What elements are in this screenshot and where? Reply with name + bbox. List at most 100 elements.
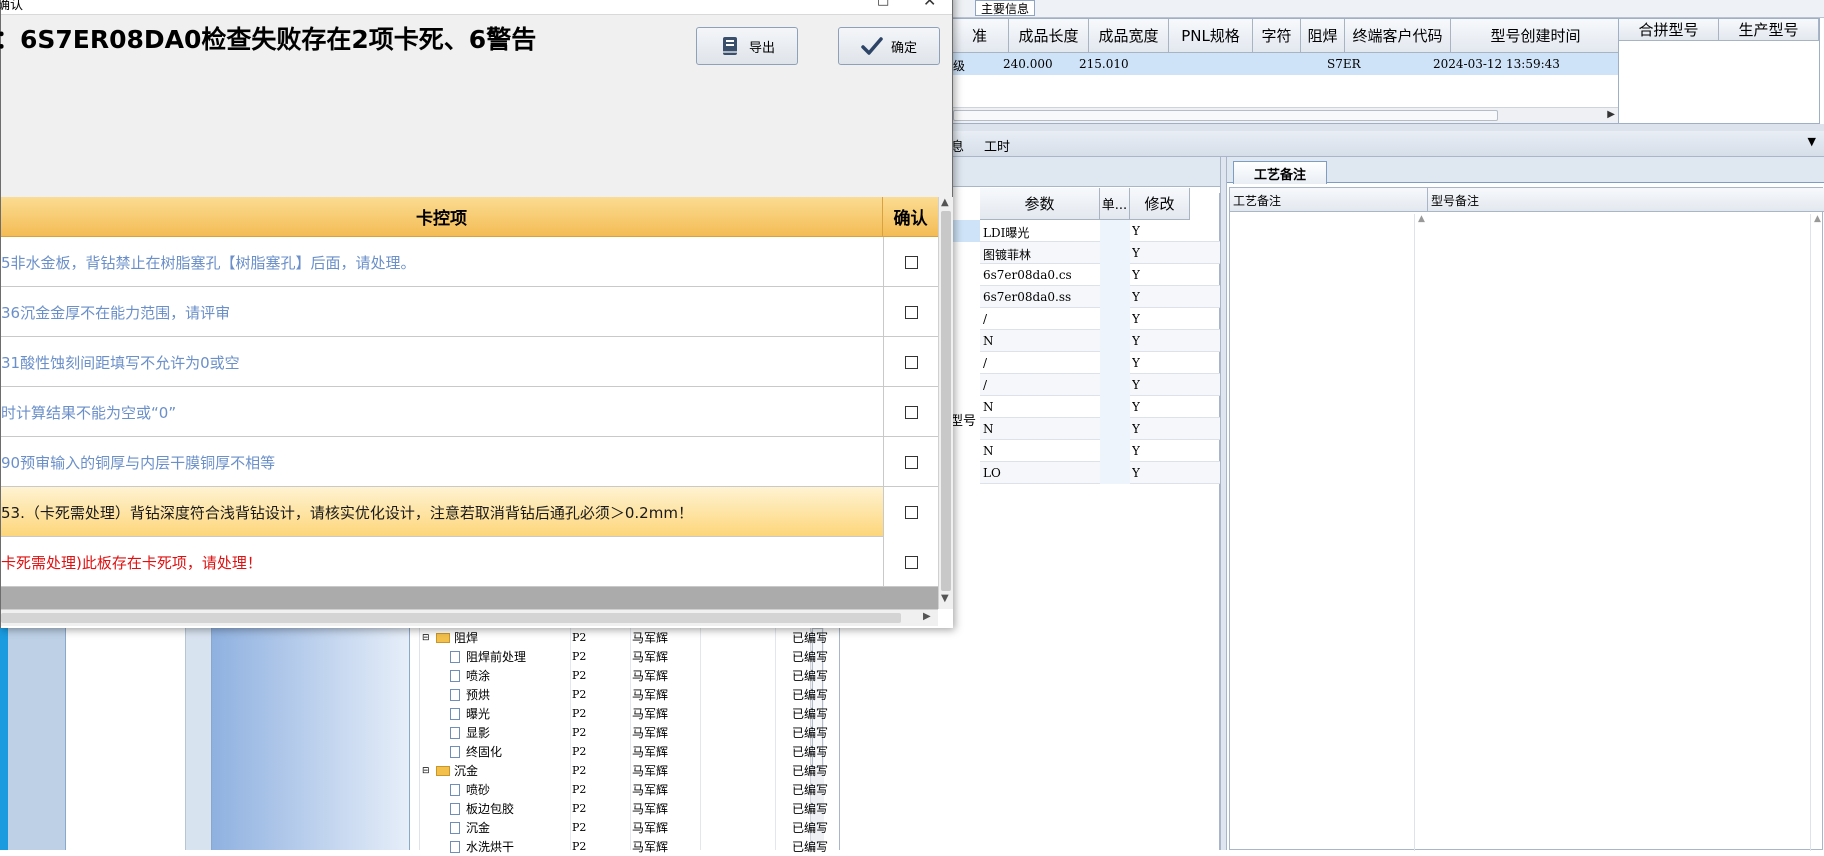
col-header[interactable]: 合拼型号: [1619, 19, 1719, 41]
col-header[interactable]: 单...: [1100, 188, 1130, 220]
confirm-checkbox[interactable]: [904, 255, 918, 269]
code: P2: [572, 707, 587, 720]
left-white-panel: [66, 628, 186, 850]
col-header[interactable]: 生产型号: [1719, 19, 1819, 41]
tab-process-remarks[interactable]: 工艺备注: [1233, 161, 1327, 184]
tree-row[interactable]: 显影 P2 马军辉 已编写: [422, 723, 828, 742]
check-item-row-highlighted[interactable]: 53.（卡死需处理）背钻深度符合浅背钻设计，请核实优化设计，注意若取消背钻后通孔…: [1, 487, 938, 537]
col-header[interactable]: 工艺备注: [1230, 188, 1428, 212]
col-header[interactable]: 成品宽度: [1089, 19, 1169, 53]
tree-row[interactable]: 终固化 P2 马军辉 已编写: [422, 742, 828, 761]
param-row[interactable]: / Y: [980, 352, 1220, 374]
confirm-checkbox[interactable]: [904, 455, 918, 469]
scroll-right-icon[interactable]: ▶: [923, 611, 931, 622]
remarks-panel: 工艺备注 工艺备注 型号备注 ▲ ▲: [1227, 157, 1824, 851]
col-header[interactable]: 字符: [1253, 19, 1301, 53]
tab-main-info[interactable]: 主要信息: [975, 0, 1035, 16]
export-button[interactable]: 导出: [696, 27, 798, 65]
tree-row[interactable]: 预烘 P2 马军辉 已编写: [422, 685, 828, 704]
param-row[interactable]: 图镀菲林 Y: [980, 242, 1220, 264]
selected-row[interactable]: 级 240.000 215.010 S7ER 2024-03-12 13:59:…: [951, 53, 1621, 75]
person: 马军辉: [632, 688, 669, 702]
param-row[interactable]: / Y: [980, 374, 1220, 396]
code: P2: [572, 821, 587, 834]
grid-footer: [1, 587, 938, 609]
splitter[interactable]: [950, 124, 1824, 131]
scrollbar[interactable]: ▲: [1810, 214, 1824, 851]
status: 已编写: [792, 688, 829, 702]
scroll-right-icon[interactable]: ▶: [1607, 109, 1615, 120]
confirm-checkbox[interactable]: [904, 505, 918, 519]
param-row[interactable]: NY: [980, 396, 1220, 418]
code: P2: [572, 650, 587, 663]
col-header[interactable]: 阻焊: [1301, 19, 1345, 53]
check-item-row[interactable]: 卡死需处理)此板存在卡死项，请处理！: [1, 537, 938, 587]
col-header[interactable]: 参数: [980, 188, 1100, 220]
unit-cell: [1100, 418, 1130, 440]
expand-icon[interactable]: ⊟: [422, 766, 432, 776]
dropdown-arrow-icon[interactable]: ▼: [1808, 135, 1816, 148]
file-icon: [450, 783, 460, 796]
col-header[interactable]: 成品长度: [1009, 19, 1089, 53]
confirm-checkbox[interactable]: [904, 305, 918, 319]
col-header[interactable]: 型号创建时间: [1451, 19, 1621, 53]
modify-value: Y: [1132, 268, 1140, 282]
col-header[interactable]: 准: [951, 19, 1009, 53]
scroll-up-icon[interactable]: ▲: [941, 197, 949, 208]
param-row[interactable]: LO Y: [980, 462, 1220, 484]
confirm-checkbox[interactable]: [904, 555, 918, 569]
gradient-panel: [212, 628, 410, 850]
tree-node-label: 沉金: [454, 764, 479, 778]
horizontal-scrollbar[interactable]: ▶: [1, 609, 938, 626]
param-row[interactable]: 6s7er08da0.ss Y: [980, 286, 1220, 308]
dialog-message: ：6S7ER08DA0检查失败存在2项卡死、6警告: [0, 25, 537, 54]
scroll-down-icon[interactable]: ▼: [941, 593, 949, 604]
minimize-icon[interactable]: □: [877, 0, 889, 8]
param-row[interactable]: NY: [980, 440, 1220, 462]
check-item-row[interactable]: 36沉金金厚不在能力范围，请评审: [1, 287, 938, 337]
tree-row[interactable]: 喷砂 P2 马军辉 已编写: [422, 780, 828, 799]
tree-row[interactable]: 水洗烘干 P2 马军辉 已编写: [422, 837, 828, 856]
code: P2: [572, 802, 587, 815]
tree-row[interactable]: 板边包胶 P2 马军辉 已编写: [422, 799, 828, 818]
vertical-scrollbar[interactable]: ▲ ▼: [938, 197, 953, 609]
expand-icon[interactable]: ⊟: [422, 633, 432, 643]
close-icon[interactable]: ✕: [923, 0, 936, 10]
scrollbar-thumb[interactable]: [953, 110, 1498, 121]
tree-row[interactable]: 阻焊前处理 P2 马军辉 已编写: [422, 647, 828, 666]
check-item-row[interactable]: 31酸性蚀刻间距填写不允许为0或空: [1, 337, 938, 387]
check-item-row[interactable]: 5非水金板，背钻禁止在树脂塞孔【树脂塞孔】后面，请处理。: [1, 237, 938, 287]
param-row[interactable]: 6s7er08da0.cs Y: [980, 264, 1220, 286]
check-item-row[interactable]: 90预审输入的铜厚与内层干膜铜厚不相等: [1, 437, 938, 487]
check-item-row[interactable]: 时计算结果不能为空或“0”: [1, 387, 938, 437]
confirm-button[interactable]: 确定: [838, 27, 940, 65]
confirm-checkbox[interactable]: [904, 405, 918, 419]
scrollbar[interactable]: ▲: [1414, 214, 1428, 851]
col-header-confirm[interactable]: 确认: [883, 197, 938, 237]
param-row[interactable]: NY: [980, 418, 1220, 440]
tree-node-label: 喷砂: [466, 783, 491, 797]
col-header[interactable]: 修改: [1130, 188, 1190, 220]
tree-row[interactable]: ⊟ 沉金 P2 马军辉 已编写: [422, 761, 828, 780]
person: 马军辉: [632, 764, 669, 778]
tree-row[interactable]: 沉金 P2 马军辉 已编写: [422, 818, 828, 837]
tree-row[interactable]: 曝光 P2 马军辉 已编写: [422, 704, 828, 723]
vertical-splitter[interactable]: [1220, 157, 1227, 850]
tree-row[interactable]: 喷涂 P2 马军辉 已编写: [422, 666, 828, 685]
param-row[interactable]: NY: [980, 330, 1220, 352]
col-header[interactable]: 终端客户代码: [1345, 19, 1451, 53]
col-header[interactable]: 型号备注: [1428, 188, 1824, 212]
scrollbar-thumb[interactable]: [1, 613, 901, 623]
col-header[interactable]: PNL规格: [1169, 19, 1253, 53]
param-value: 6s7er08da0.ss: [983, 290, 1072, 304]
confirm-checkbox[interactable]: [904, 355, 918, 369]
param-row[interactable]: / Y: [980, 308, 1220, 330]
scrollbar-thumb[interactable]: [941, 211, 951, 591]
person: 马军辉: [632, 631, 669, 645]
horizontal-scrollbar[interactable]: ▶: [951, 107, 1619, 123]
param-row[interactable]: LDI曝光 Y: [980, 220, 1220, 242]
col-header-item[interactable]: 卡控项: [1, 197, 883, 237]
tab-hours[interactable]: 工时: [984, 136, 1010, 155]
code: P2: [572, 840, 587, 853]
tree-row[interactable]: ⊟ 阻焊 P2 马军辉 已编写: [422, 628, 828, 647]
